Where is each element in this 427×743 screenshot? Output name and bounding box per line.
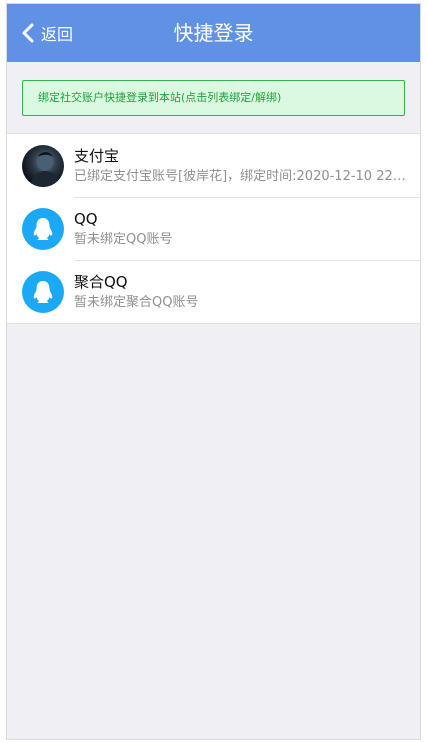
account-status: 暂未绑定QQ账号: [74, 231, 173, 247]
bind-notice: 绑定社交账户快捷登录到本站(点击列表绑定/解绑): [22, 80, 405, 116]
account-status: 暂未绑定聚合QQ账号: [74, 294, 199, 310]
avatar: [22, 144, 64, 187]
account-name: 聚合QQ: [74, 272, 128, 291]
social-account-list: 支付宝 已绑定支付宝账号[彼岸花]，绑定时间:2020-12-10 22:43:…: [7, 133, 420, 324]
back-label: 返回: [41, 25, 74, 44]
user-photo-icon: [30, 151, 60, 187]
back-button[interactable]: 返回: [21, 4, 73, 62]
account-name: 支付宝: [74, 146, 120, 165]
account-name: QQ: [74, 209, 98, 228]
avatar: [22, 270, 64, 313]
qq-penguin-icon: [33, 280, 53, 303]
list-item-alipay[interactable]: 支付宝 已绑定支付宝账号[彼岸花]，绑定时间:2020-12-10 22:43:…: [7, 134, 420, 197]
app-frame: 返回 快捷登录 绑定社交账户快捷登录到本站(点击列表绑定/解绑) 支付宝 已绑定…: [6, 3, 421, 740]
account-status: 已绑定支付宝账号[彼岸花]，绑定时间:2020-12-10 22:43:16: [74, 168, 408, 184]
list-item-aggregate-qq[interactable]: 聚合QQ 暂未绑定聚合QQ账号: [7, 260, 420, 323]
chevron-left-icon: [22, 23, 34, 43]
qq-penguin-icon: [33, 217, 53, 240]
list-item-qq[interactable]: QQ 暂未绑定QQ账号: [7, 197, 420, 260]
top-bar: 返回 快捷登录: [7, 4, 420, 62]
avatar: [22, 207, 64, 250]
